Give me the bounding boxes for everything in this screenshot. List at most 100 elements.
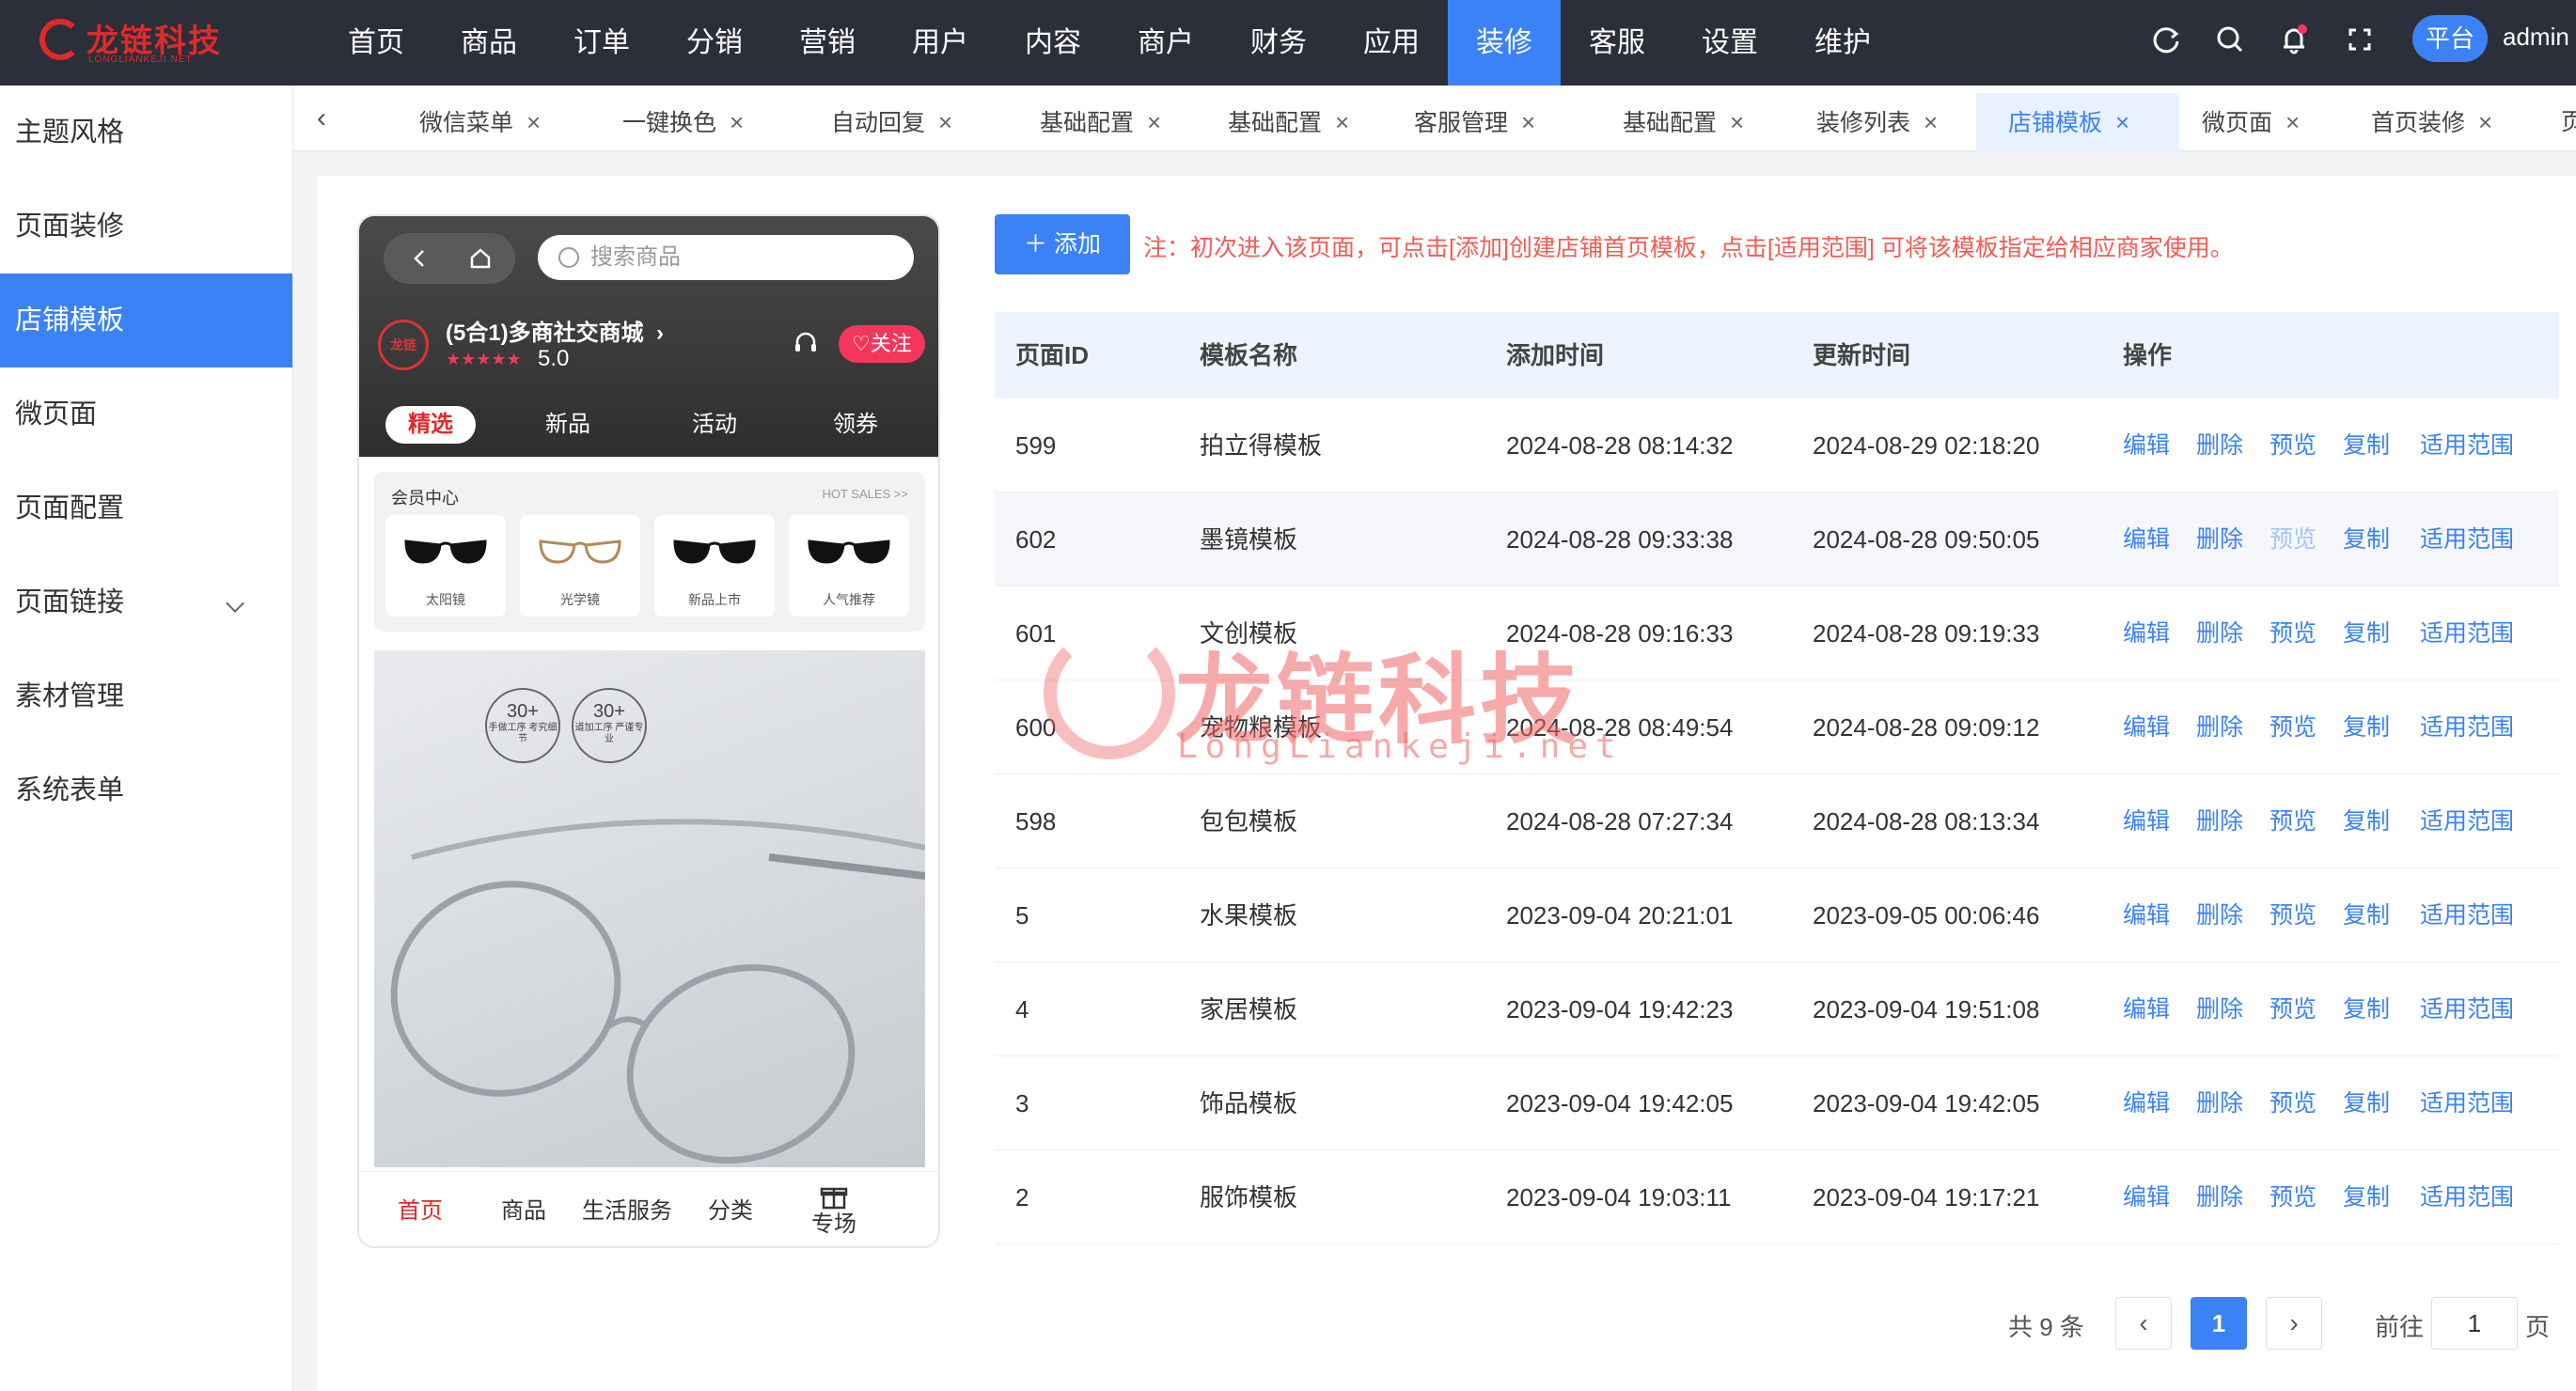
preview-link[interactable]: 预览 — [2270, 1056, 2317, 1150]
copy-link[interactable]: 复制 — [2343, 774, 2390, 868]
phone-tab-3[interactable]: 分类 — [679, 1172, 782, 1246]
close-icon[interactable]: × — [2285, 93, 2300, 151]
phone-tab-1[interactable]: 商品 — [472, 1172, 575, 1246]
tab-4[interactable]: 基础配置 × — [1196, 93, 1390, 151]
tab-0[interactable]: 微信菜单 × — [387, 93, 594, 151]
product-card-1[interactable]: 光学镜 — [520, 515, 640, 617]
delete-link[interactable]: 删除 — [2196, 586, 2243, 680]
delete-link[interactable]: 删除 — [2196, 492, 2243, 586]
goto-page-input[interactable] — [2431, 1297, 2518, 1350]
delete-link[interactable]: 删除 — [2196, 962, 2243, 1056]
nav-item-1[interactable]: 商品 — [432, 0, 545, 86]
delete-link[interactable]: 删除 — [2196, 774, 2243, 868]
search-icon[interactable] — [2211, 21, 2249, 58]
prev-page-button[interactable]: ‹ — [2115, 1297, 2172, 1350]
home-icon[interactable] — [468, 246, 493, 271]
nav-item-5[interactable]: 用户 — [884, 0, 997, 86]
nav-item-0[interactable]: 首页 — [320, 0, 432, 86]
scope-link[interactable]: 适用范围 — [2420, 680, 2514, 774]
scope-link[interactable]: 适用范围 — [2420, 492, 2514, 586]
phone-tab-4[interactable]: 专场 — [782, 1172, 886, 1246]
product-card-2[interactable]: 新品上市 — [654, 515, 775, 617]
tab-7[interactable]: 装修列表 × — [1784, 93, 1987, 151]
close-icon[interactable]: × — [730, 93, 744, 151]
nav-item-4[interactable]: 营销 — [771, 0, 884, 86]
close-icon[interactable]: × — [1924, 93, 1938, 151]
user-name[interactable]: admin — [2503, 23, 2569, 52]
nav-item-11[interactable]: 客服 — [1561, 0, 1673, 86]
nav-item-9[interactable]: 应用 — [1335, 0, 1448, 86]
phone-search-input[interactable]: 搜索商品 — [538, 235, 914, 280]
edit-link[interactable]: 编辑 — [2123, 680, 2170, 774]
sidebar-item-5[interactable]: 页面链接 — [0, 555, 292, 649]
delete-link[interactable]: 删除 — [2196, 1056, 2243, 1150]
tab-2[interactable]: 自动回复 × — [799, 93, 998, 151]
tab-11[interactable]: 页面配置 — [2538, 93, 2576, 151]
copy-link[interactable]: 复制 — [2343, 962, 2390, 1056]
tab-10[interactable]: 首页装修 × — [2339, 93, 2521, 151]
product-card-3[interactable]: 人气推荐 — [789, 515, 909, 617]
sidebar-item-7[interactable]: 系统表单 — [0, 743, 292, 837]
sidebar-item-2[interactable]: 店铺模板 — [0, 274, 292, 367]
close-icon[interactable]: × — [1521, 93, 1535, 151]
nav-item-10[interactable]: 装修 — [1448, 0, 1561, 86]
headset-icon[interactable] — [792, 329, 820, 357]
copy-link[interactable]: 复制 — [2343, 492, 2390, 586]
product-card-0[interactable]: 太阳镜 — [385, 515, 506, 617]
preview-link[interactable]: 预览 — [2270, 492, 2317, 586]
brand-logo[interactable]: 龙链科技 LONGLIANKEJI.NET — [39, 13, 220, 73]
follow-button[interactable]: ♡关注 — [839, 325, 925, 363]
close-icon[interactable]: × — [938, 93, 952, 151]
product-banner[interactable]: 30+ 手做工序 考究细节 30+ 道加工序 严谨专业 — [374, 650, 925, 1167]
edit-link[interactable]: 编辑 — [2123, 586, 2170, 680]
copy-link[interactable]: 复制 — [2343, 586, 2390, 680]
refresh-icon[interactable] — [2147, 21, 2185, 58]
sidebar-item-3[interactable]: 微页面 — [0, 367, 292, 461]
preview-link[interactable]: 预览 — [2270, 399, 2317, 492]
edit-link[interactable]: 编辑 — [2123, 492, 2170, 586]
nav-item-13[interactable]: 维护 — [1786, 0, 1899, 86]
back-icon[interactable] — [408, 246, 432, 271]
shop-name[interactable]: (5合1)多商社交商城 › — [446, 314, 664, 347]
sidebar-item-1[interactable]: 页面装修 — [0, 180, 292, 274]
scope-link[interactable]: 适用范围 — [2420, 962, 2514, 1056]
close-icon[interactable]: × — [2115, 93, 2129, 151]
sidebar-item-4[interactable]: 页面配置 — [0, 461, 292, 555]
next-page-button[interactable]: › — [2266, 1297, 2322, 1350]
bell-icon[interactable] — [2275, 21, 2313, 58]
copy-link[interactable]: 复制 — [2343, 680, 2390, 774]
close-icon[interactable]: × — [526, 93, 541, 151]
tab-5[interactable]: 客服管理 × — [1382, 93, 1589, 151]
edit-link[interactable]: 编辑 — [2123, 1150, 2170, 1244]
edit-link[interactable]: 编辑 — [2123, 868, 2170, 962]
scope-link[interactable]: 适用范围 — [2420, 1056, 2514, 1150]
tab-scroll-left-icon[interactable]: ‹ — [293, 86, 350, 151]
edit-link[interactable]: 编辑 — [2123, 774, 2170, 868]
preview-link[interactable]: 预览 — [2270, 1150, 2317, 1244]
scope-link[interactable]: 适用范围 — [2420, 868, 2514, 962]
copy-link[interactable]: 复制 — [2343, 1056, 2390, 1150]
phone-tab-0[interactable]: 首页 — [369, 1172, 472, 1246]
nav-item-7[interactable]: 商户 — [1109, 0, 1222, 86]
edit-link[interactable]: 编辑 — [2123, 399, 2170, 492]
nav-item-12[interactable]: 设置 — [1673, 0, 1786, 86]
sidebar-item-0[interactable]: 主题风格 — [0, 86, 292, 180]
close-icon[interactable]: × — [1147, 93, 1161, 151]
scope-link[interactable]: 适用范围 — [2420, 1150, 2514, 1244]
add-button[interactable]: ＋ 添加 — [995, 214, 1130, 274]
phone-category-2[interactable]: 活动 — [669, 406, 760, 444]
tab-3[interactable]: 基础配置 × — [1008, 93, 1202, 151]
nav-item-6[interactable]: 内容 — [997, 0, 1109, 86]
close-icon[interactable]: × — [1335, 93, 1349, 151]
fullscreen-icon[interactable] — [2341, 21, 2379, 58]
delete-link[interactable]: 删除 — [2196, 680, 2243, 774]
edit-link[interactable]: 编辑 — [2123, 962, 2170, 1056]
delete-link[interactable]: 删除 — [2196, 868, 2243, 962]
edit-link[interactable]: 编辑 — [2123, 1056, 2170, 1150]
nav-item-3[interactable]: 分销 — [658, 0, 771, 86]
preview-link[interactable]: 预览 — [2270, 962, 2317, 1056]
tab-9[interactable]: 微页面 × — [2170, 93, 2330, 151]
tab-8[interactable]: 店铺模板 × — [1976, 93, 2179, 151]
close-icon[interactable]: × — [2478, 93, 2492, 151]
page-1-button[interactable]: 1 — [2191, 1297, 2247, 1350]
